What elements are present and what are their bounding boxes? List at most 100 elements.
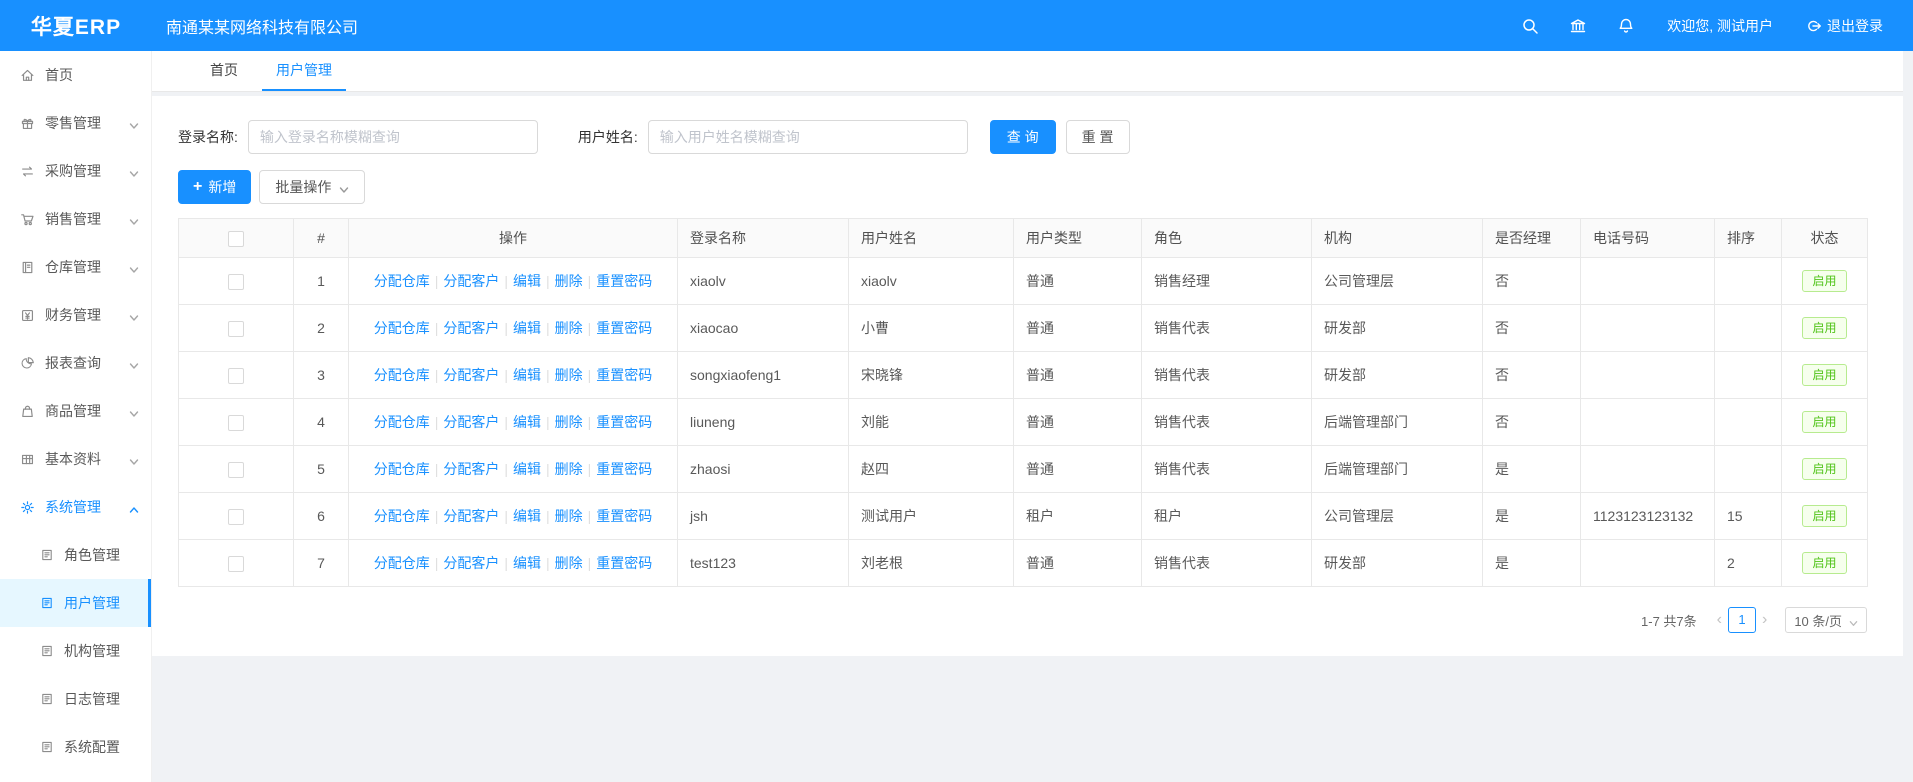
operation-link-3[interactable]: 删除	[555, 461, 583, 477]
row-checkbox-cell	[179, 493, 294, 540]
current-page-button[interactable]: 1	[1728, 607, 1756, 633]
row-checkbox[interactable]	[228, 368, 244, 384]
add-button[interactable]: + 新增	[178, 170, 251, 204]
sidebar-item-home[interactable]: 首页	[0, 51, 151, 99]
operation-link-4[interactable]: 重置密码	[596, 555, 652, 571]
operation-link-3[interactable]: 删除	[555, 508, 583, 524]
sidebar-subitem-config[interactable]: 系统配置	[0, 723, 151, 771]
tab-home[interactable]: 首页	[196, 51, 252, 91]
status-badge: 启用	[1802, 552, 1846, 574]
operation-link-2[interactable]: 编辑	[513, 320, 541, 336]
operation-link-2[interactable]: 编辑	[513, 555, 541, 571]
operation-link-0[interactable]: 分配仓库	[374, 367, 430, 383]
welcome-text: 欢迎您, 测试用户	[1667, 16, 1773, 36]
sidebar-item-purchase[interactable]: 采购管理	[0, 147, 151, 195]
operation-separator: |	[546, 273, 550, 289]
operation-link-1[interactable]: 分配客户	[443, 461, 499, 477]
query-button[interactable]: 查 询	[990, 120, 1056, 154]
sidebar-subitem-label: 日志管理	[64, 689, 120, 709]
sidebar-subitem-org[interactable]: 机构管理	[0, 627, 151, 675]
operation-link-0[interactable]: 分配仓库	[374, 461, 430, 477]
batch-operation-button[interactable]: 批量操作	[259, 170, 365, 204]
sidebar-item-sales[interactable]: 销售管理	[0, 195, 151, 243]
operation-link-2[interactable]: 编辑	[513, 508, 541, 524]
operation-link-0[interactable]: 分配仓库	[374, 508, 430, 524]
sidebar-item-goods[interactable]: 商品管理	[0, 387, 151, 435]
select-all-checkbox[interactable]	[228, 231, 244, 247]
row-checkbox-cell	[179, 540, 294, 587]
next-page-arrow[interactable]: ›	[1756, 607, 1773, 633]
row-organization: 公司管理层	[1312, 258, 1483, 305]
sidebar-item-finance[interactable]: 财务管理	[0, 291, 151, 339]
doc-icon	[40, 596, 54, 610]
operation-link-0[interactable]: 分配仓库	[374, 273, 430, 289]
sidebar-item-system[interactable]: 系统管理	[0, 483, 151, 531]
row-checkbox[interactable]	[228, 509, 244, 525]
operation-link-2[interactable]: 编辑	[513, 273, 541, 289]
operation-link-4[interactable]: 重置密码	[596, 367, 652, 383]
platform-icon[interactable]	[1569, 17, 1587, 35]
operation-link-3[interactable]: 删除	[555, 414, 583, 430]
sidebar-subitem-log[interactable]: 日志管理	[0, 675, 151, 723]
row-checkbox[interactable]	[228, 321, 244, 337]
sidebar-item-label: 系统管理	[45, 497, 129, 517]
operation-link-1[interactable]: 分配客户	[443, 414, 499, 430]
reset-button[interactable]: 重 置	[1066, 120, 1130, 154]
operation-link-4[interactable]: 重置密码	[596, 320, 652, 336]
operation-separator: |	[504, 461, 508, 477]
search-icon[interactable]	[1521, 17, 1539, 35]
tab-user-management[interactable]: 用户管理	[262, 51, 346, 91]
operation-link-3[interactable]: 删除	[555, 320, 583, 336]
row-organization: 公司管理层	[1312, 493, 1483, 540]
row-checkbox[interactable]	[228, 415, 244, 431]
sidebar-item-retail[interactable]: 零售管理	[0, 99, 151, 147]
operation-link-2[interactable]: 编辑	[513, 367, 541, 383]
operation-link-1[interactable]: 分配客户	[443, 367, 499, 383]
sidebar-item-warehouse[interactable]: 仓库管理	[0, 243, 151, 291]
operation-link-0[interactable]: 分配仓库	[374, 414, 430, 430]
row-checkbox[interactable]	[228, 556, 244, 572]
chevron-down-icon	[129, 358, 139, 368]
prev-page-arrow[interactable]: ‹	[1711, 607, 1728, 633]
row-checkbox-cell	[179, 446, 294, 493]
chevron-down-icon	[129, 118, 139, 128]
row-checkbox-cell	[179, 399, 294, 446]
user-name-input[interactable]	[648, 120, 968, 154]
row-sort	[1715, 305, 1782, 352]
operation-link-3[interactable]: 删除	[555, 273, 583, 289]
row-role: 销售经理	[1142, 258, 1312, 305]
row-sort	[1715, 446, 1782, 493]
chevron-down-icon	[129, 214, 139, 224]
logout-button[interactable]: 退出登录	[1805, 16, 1883, 36]
status-badge: 启用	[1802, 458, 1846, 480]
row-checkbox[interactable]	[228, 274, 244, 290]
operation-link-3[interactable]: 删除	[555, 367, 583, 383]
operation-link-0[interactable]: 分配仓库	[374, 555, 430, 571]
page-size-select[interactable]: 10 条/页	[1785, 607, 1867, 633]
page-layout: 首页零售管理采购管理销售管理仓库管理财务管理报表查询商品管理基本资料系统管理角色…	[0, 51, 1913, 782]
operation-link-4[interactable]: 重置密码	[596, 461, 652, 477]
sidebar-subitem-user[interactable]: 用户管理	[0, 579, 151, 627]
notification-bell-icon[interactable]	[1617, 17, 1635, 35]
row-checkbox-cell	[179, 352, 294, 399]
sidebar-item-report[interactable]: 报表查询	[0, 339, 151, 387]
operation-link-4[interactable]: 重置密码	[596, 414, 652, 430]
operation-link-1[interactable]: 分配客户	[443, 320, 499, 336]
chevron-down-icon	[129, 262, 139, 272]
operation-link-4[interactable]: 重置密码	[596, 508, 652, 524]
operation-link-1[interactable]: 分配客户	[443, 508, 499, 524]
login-name-input[interactable]	[248, 120, 538, 154]
row-phone	[1581, 446, 1715, 493]
operation-link-3[interactable]: 删除	[555, 555, 583, 571]
operation-link-4[interactable]: 重置密码	[596, 273, 652, 289]
operation-link-2[interactable]: 编辑	[513, 414, 541, 430]
operation-link-1[interactable]: 分配客户	[443, 273, 499, 289]
operation-link-0[interactable]: 分配仓库	[374, 320, 430, 336]
operation-link-2[interactable]: 编辑	[513, 461, 541, 477]
sidebar-item-basic[interactable]: 基本资料	[0, 435, 151, 483]
operation-link-1[interactable]: 分配客户	[443, 555, 499, 571]
row-index: 6	[294, 493, 349, 540]
row-checkbox[interactable]	[228, 462, 244, 478]
row-index: 5	[294, 446, 349, 493]
sidebar-subitem-role[interactable]: 角色管理	[0, 531, 151, 579]
